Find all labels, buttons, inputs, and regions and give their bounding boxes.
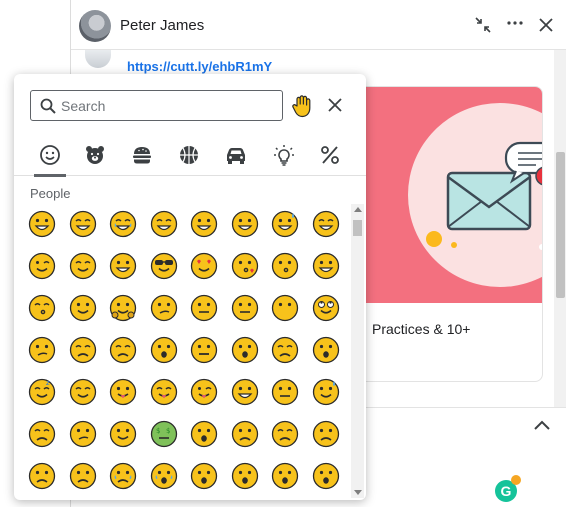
emoji-frowning-open[interactable] — [190, 462, 218, 490]
emoji-expressionless[interactable] — [231, 294, 259, 322]
chevron-up-icon[interactable] — [531, 418, 553, 434]
car-icon[interactable] — [216, 134, 256, 176]
search-box[interactable] — [30, 90, 283, 121]
emoji-pensive[interactable] — [28, 420, 56, 448]
emoji-blush[interactable] — [69, 252, 97, 280]
chat-scrollbar-thumb[interactable] — [556, 152, 565, 298]
emoji-joy[interactable] — [109, 210, 137, 238]
emoji-beaming[interactable] — [69, 210, 97, 238]
smiley-icon[interactable] — [30, 134, 70, 177]
emoji-smirk[interactable] — [28, 336, 56, 364]
emoji-anguished[interactable] — [231, 462, 259, 490]
emoji-picker: People z$$ — [14, 74, 366, 500]
emoji-disappointed-relieved[interactable] — [109, 336, 137, 364]
emoji-worried[interactable] — [28, 462, 56, 490]
bear-icon[interactable] — [75, 134, 115, 176]
emoji-tired[interactable] — [312, 336, 340, 364]
emoji-zipper[interactable] — [190, 336, 218, 364]
search-input[interactable] — [61, 95, 276, 117]
emoji-fearful[interactable] — [271, 462, 299, 490]
emoji-smiley[interactable] — [190, 210, 218, 238]
emoji-slightly-smiling[interactable] — [69, 294, 97, 322]
emoji-astonished[interactable] — [190, 420, 218, 448]
emoji-drooling[interactable] — [231, 378, 259, 406]
contact-name[interactable]: Peter James — [120, 17, 204, 34]
emoji-unamused[interactable] — [271, 378, 299, 406]
emoji-relieved[interactable] — [69, 378, 97, 406]
emoji-persevere[interactable] — [69, 336, 97, 364]
emoji-sleeping[interactable]: z — [28, 378, 56, 406]
emoji-sleepy[interactable] — [271, 336, 299, 364]
scroll-down-arrow-icon[interactable] — [354, 490, 362, 495]
emoji-kissing-smile[interactable] — [312, 252, 340, 280]
emoji-hugging[interactable] — [109, 294, 137, 322]
svg-text:$: $ — [156, 427, 160, 435]
emoji-laughing[interactable] — [312, 210, 340, 238]
category-tabs — [14, 134, 366, 177]
emoji-weary[interactable] — [312, 462, 340, 490]
scroll-up-arrow-icon[interactable] — [354, 207, 362, 212]
emoji-frowning[interactable] — [231, 420, 259, 448]
emoji-confused[interactable] — [69, 420, 97, 448]
minimize-arrows-icon[interactable] — [471, 13, 495, 37]
emoji-neutral[interactable] — [190, 294, 218, 322]
ball-icon[interactable] — [169, 134, 209, 176]
emoji-money-mouth[interactable]: $ $ — [150, 420, 178, 448]
section-label-people: People — [30, 186, 71, 201]
message-link[interactable]: https://cutt.ly/ehbR1mY — [127, 59, 272, 74]
emoji-confounded[interactable] — [271, 420, 299, 448]
emoji-sweat-smile[interactable] — [271, 210, 299, 238]
raised-hand-icon[interactable] — [290, 93, 316, 119]
emoji-eye-roll[interactable] — [312, 294, 340, 322]
chat-header: Peter James — [71, 0, 566, 50]
emoji-scrollbar-thumb[interactable] — [353, 220, 362, 236]
emoji-grinning[interactable] — [28, 210, 56, 238]
emoji-thinking[interactable] — [150, 294, 178, 322]
emoji-yum[interactable] — [109, 252, 137, 280]
emoji-sunglasses[interactable] — [150, 252, 178, 280]
emoji-rofl[interactable] — [150, 210, 178, 238]
emoji-open-mouth[interactable] — [231, 336, 259, 364]
emoji-cry[interactable] — [109, 462, 137, 490]
svg-text:z: z — [46, 379, 50, 387]
emoji-sweat[interactable] — [312, 378, 340, 406]
emoji-upside-down[interactable] — [109, 420, 137, 448]
emoji-triumph[interactable] — [69, 462, 97, 490]
emoji-wink[interactable] — [28, 252, 56, 280]
emoji-kissing-closed[interactable] — [28, 294, 56, 322]
percent-icon[interactable] — [310, 134, 350, 176]
emoji-no-mouth[interactable] — [271, 294, 299, 322]
close-icon[interactable] — [324, 94, 346, 116]
emoji-heart-eyes[interactable] — [190, 252, 218, 280]
burger-icon[interactable] — [122, 134, 162, 176]
search-icon — [40, 98, 56, 114]
avatar — [85, 50, 111, 68]
emoji-scrollbar[interactable] — [351, 204, 364, 498]
lightbulb-icon[interactable] — [264, 134, 304, 176]
emoji-squint-tongue[interactable] — [150, 378, 178, 406]
emoji-smile[interactable] — [231, 210, 259, 238]
emoji-wink-tongue[interactable] — [190, 378, 218, 406]
close-icon[interactable] — [534, 13, 558, 37]
emoji-hushed[interactable] — [150, 336, 178, 364]
emoji-tongue[interactable] — [109, 378, 137, 406]
emoji-disappointed[interactable] — [312, 420, 340, 448]
emoji-kissing-heart[interactable] — [231, 252, 259, 280]
emoji-kissing[interactable] — [271, 252, 299, 280]
emoji-sob[interactable] — [150, 462, 178, 490]
svg-text:$: $ — [166, 427, 170, 435]
notification-badge-icon — [511, 475, 521, 485]
avatar[interactable] — [79, 10, 111, 42]
card-title: Practices & 10+ — [372, 321, 471, 337]
more-horizontal-icon[interactable] — [503, 11, 527, 35]
